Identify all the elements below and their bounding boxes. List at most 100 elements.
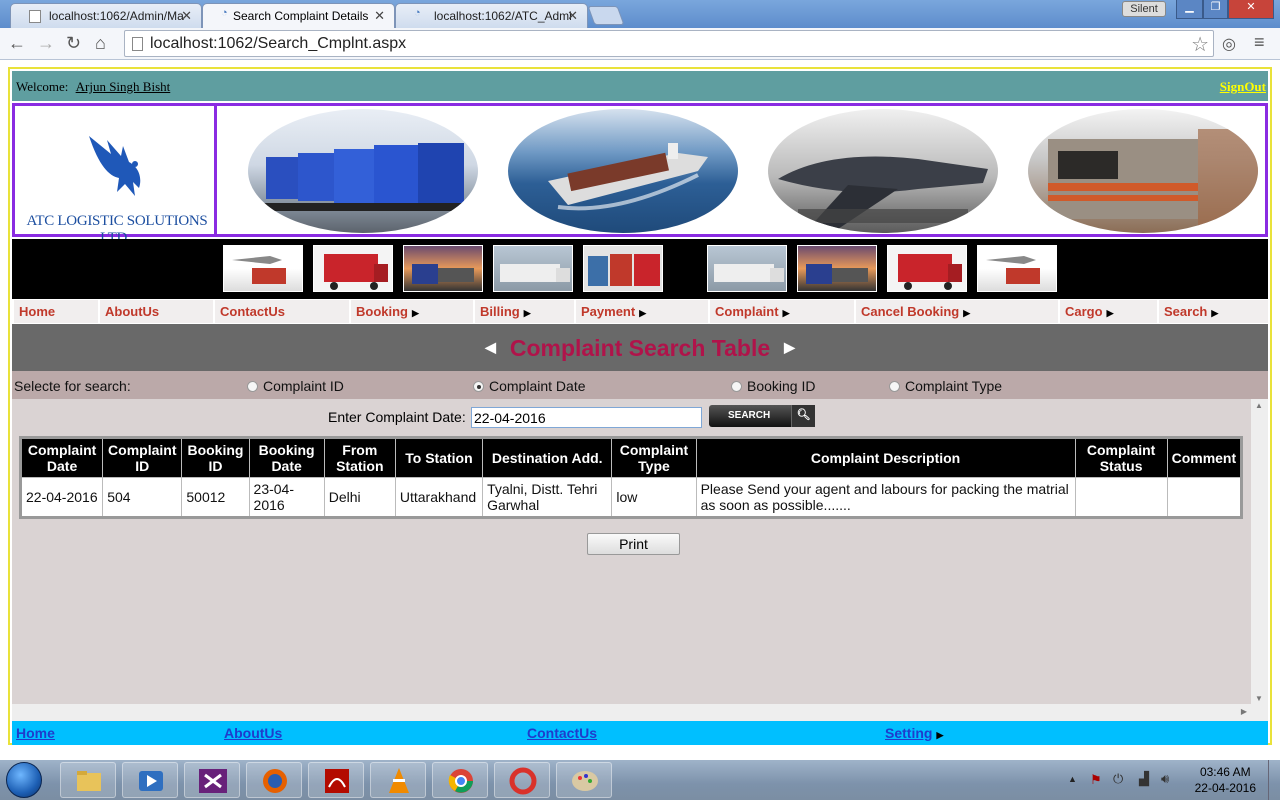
- footer-link-setting[interactable]: Setting ▶: [885, 725, 943, 741]
- radio-button[interactable]: [889, 381, 900, 392]
- acrobat-icon[interactable]: [308, 762, 364, 798]
- menu-item-home[interactable]: Home: [12, 300, 98, 323]
- footer-link-home[interactable]: Home: [16, 725, 55, 741]
- power-icon[interactable]: ⏻: [1113, 771, 1123, 787]
- back-arrow-icon[interactable]: ←: [8, 33, 26, 54]
- user-name-link[interactable]: Arjun Singh Bisht: [76, 79, 171, 94]
- close-icon[interactable]: ✕: [567, 8, 578, 24]
- address-bar[interactable]: localhost:1062/Search_Cmplnt.aspx ☆: [124, 30, 1214, 57]
- menu-icon[interactable]: ≡: [1254, 32, 1265, 53]
- media-player-icon[interactable]: [122, 762, 178, 798]
- column-header: Complaint Status: [1074, 437, 1168, 478]
- column-header: Destination Add.: [482, 437, 613, 478]
- submenu-arrow-icon: ▶: [1106, 308, 1114, 318]
- scroll-up-arrow-icon[interactable]: ▲: [1255, 401, 1263, 410]
- radio-complaint-type[interactable]: Complaint Type: [889, 378, 1002, 394]
- url-text: localhost:1062/Search_Cmplnt.aspx: [150, 35, 407, 52]
- vlc-icon[interactable]: [370, 762, 426, 798]
- page-title: Complaint Search Table: [509, 335, 771, 361]
- close-icon[interactable]: ✕: [374, 8, 385, 24]
- start-button[interactable]: [6, 762, 42, 798]
- menu-item-booking[interactable]: Booking ▶: [349, 300, 473, 323]
- firefox-icon[interactable]: [246, 762, 302, 798]
- menu-item-aboutus[interactable]: AboutUs: [98, 300, 213, 323]
- scroll-down-arrow-icon[interactable]: ▼: [1255, 694, 1263, 703]
- main-menu: Home AboutUs ContactUs Booking ▶ Billing ▶…: [12, 300, 1268, 323]
- chrome-icon[interactable]: [432, 762, 488, 798]
- clock-date: 22-04-2016: [1194, 781, 1256, 795]
- menu-item-billing[interactable]: Billing ▶: [473, 300, 574, 323]
- browser-tab-atc-admin[interactable]: ◔ localhost:1062/ATC_Admi ✕: [395, 3, 588, 28]
- menu-item-label: Billing: [480, 304, 520, 319]
- web-page: Welcome: Arjun Singh Bisht SignOut ATC L…: [8, 67, 1272, 745]
- cell-destination-address: Tyalni, Distt. Tehri Garwhal: [482, 477, 613, 518]
- menu-item-label: ContactUs: [220, 304, 286, 319]
- search-button[interactable]: SEARCH 🔍︎: [709, 405, 815, 427]
- container-ship-illustration: [548, 143, 708, 211]
- loading-icon: ◔: [414, 7, 421, 19]
- footer-menu: Home AboutUs ContactUs Setting ▶: [12, 721, 1268, 745]
- silent-badge: Silent: [1122, 1, 1166, 17]
- network-icon[interactable]: ▟: [1139, 771, 1149, 787]
- column-header: Complaint Type: [611, 437, 697, 478]
- thumbnail-sunset-truck-2: [797, 245, 877, 292]
- ccleaner-icon[interactable]: [494, 762, 550, 798]
- footer-link-aboutus[interactable]: AboutUs: [224, 725, 282, 741]
- radio-booking-id[interactable]: Booking ID: [731, 378, 815, 394]
- signout-link[interactable]: SignOut: [1220, 79, 1266, 95]
- menu-item-cancel-booking[interactable]: Cancel Booking ▶: [854, 300, 1058, 323]
- airplane-image: [768, 109, 998, 233]
- radio-label: Complaint Type: [905, 378, 1003, 394]
- scroll-right-arrow-icon[interactable]: ▶: [1241, 707, 1247, 716]
- bookmark-star-icon[interactable]: ☆: [1191, 32, 1209, 57]
- home-icon[interactable]: ⌂: [95, 33, 106, 54]
- forward-arrow-icon[interactable]: →: [37, 33, 55, 54]
- radio-complaint-id[interactable]: Complaint ID: [247, 378, 344, 394]
- menu-item-label: Search: [1164, 304, 1208, 319]
- horizontal-scrollbar[interactable]: ▶: [12, 704, 1268, 721]
- radio-button[interactable]: [247, 381, 258, 392]
- search-type-label: Selecte for search:: [14, 378, 131, 394]
- new-tab-button[interactable]: [587, 6, 625, 25]
- show-desktop-button[interactable]: [1268, 760, 1280, 800]
- complaint-date-input[interactable]: 22-04-2016: [471, 407, 702, 428]
- menu-item-search[interactable]: Search ▶: [1157, 300, 1268, 323]
- thumbnail-strip: [12, 239, 1268, 299]
- close-window-button[interactable]: ✕: [1228, 0, 1274, 19]
- visual-studio-icon[interactable]: [184, 762, 240, 798]
- browser-tab-search-complaint[interactable]: ◔ Search Complaint Details ✕: [202, 3, 395, 28]
- trucks-illustration: [258, 143, 470, 211]
- cell-complaint-description: Please Send your agent and labours for p…: [695, 477, 1076, 518]
- restore-button[interactable]: ❐: [1203, 0, 1228, 19]
- submenu-arrow-icon: ▶: [782, 308, 790, 318]
- explorer-icon[interactable]: [60, 762, 116, 798]
- radio-button[interactable]: [473, 381, 484, 392]
- menu-item-payment[interactable]: Payment ▶: [574, 300, 708, 323]
- menu-item-complaint[interactable]: Complaint ▶: [708, 300, 854, 323]
- footer-link-contactus[interactable]: ContactUs: [527, 725, 597, 741]
- submenu-arrow-icon: ▶: [936, 730, 944, 740]
- thumbnail-fleet: [583, 245, 663, 292]
- print-button[interactable]: Print: [587, 533, 680, 555]
- thumbnail-red-truck-2: [887, 245, 967, 292]
- ship-image: [508, 109, 738, 233]
- tab-title: localhost:1062/Admin/Ma: [49, 9, 184, 23]
- menu-item-cargo[interactable]: Cargo ▶: [1058, 300, 1157, 323]
- extension-icon[interactable]: ◎: [1222, 34, 1236, 54]
- radio-complaint-date[interactable]: Complaint Date: [473, 378, 586, 394]
- minimize-button[interactable]: ▁: [1176, 0, 1203, 19]
- menu-item-contactus[interactable]: ContactUs: [213, 300, 349, 323]
- flag-icon[interactable]: ⚑: [1090, 772, 1102, 788]
- show-hidden-icons-icon[interactable]: ▲: [1068, 774, 1077, 784]
- browser-tab-admin[interactable]: localhost:1062/Admin/Ma ✕: [10, 3, 202, 28]
- vertical-scrollbar[interactable]: ▲ ▼: [1251, 399, 1268, 705]
- radio-label: Complaint ID: [263, 378, 344, 394]
- close-icon[interactable]: ✕: [181, 8, 192, 24]
- paint-icon[interactable]: [556, 762, 612, 798]
- media-icon: [139, 771, 163, 791]
- volume-icon[interactable]: 🔊︎: [1161, 771, 1169, 787]
- vs-icon: [199, 769, 227, 793]
- radio-button[interactable]: [731, 381, 742, 392]
- reload-icon[interactable]: ↻: [66, 33, 81, 54]
- system-clock[interactable]: 03:46 AM 22-04-2016: [1195, 764, 1256, 796]
